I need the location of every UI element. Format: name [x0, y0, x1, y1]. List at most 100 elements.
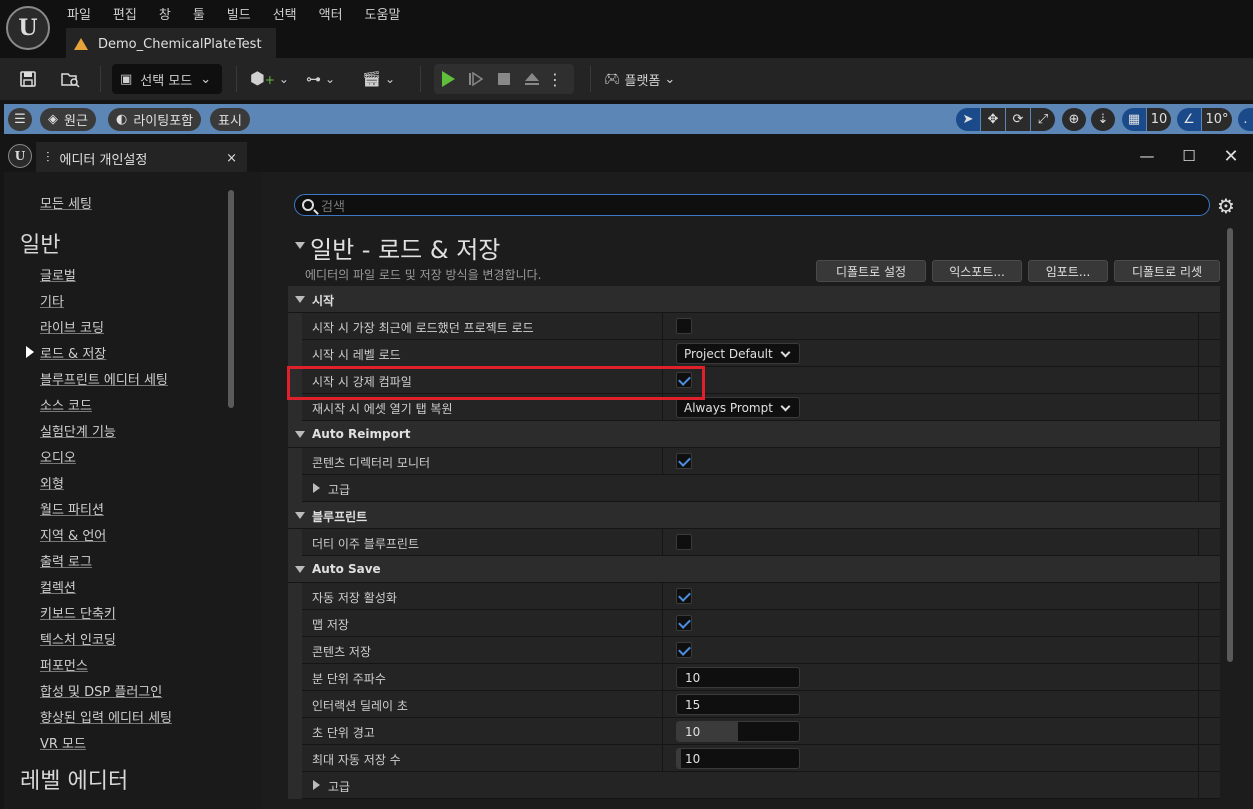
row-divider — [662, 664, 663, 691]
property-checkbox[interactable] — [676, 318, 692, 334]
property-number-field[interactable]: 10 — [676, 721, 800, 742]
property-checkbox[interactable] — [676, 588, 692, 604]
menu-item[interactable]: 액터 — [308, 2, 354, 25]
menu-item[interactable]: 편집 — [102, 2, 148, 25]
select-tool-icon[interactable]: ➤ — [956, 108, 980, 131]
menu-item[interactable]: 파일 — [56, 2, 102, 25]
nav-item[interactable]: 합성 및 DSP 플러그인 — [40, 681, 162, 700]
viewport-menu-button[interactable]: ☰ — [8, 108, 32, 131]
prefs-tab[interactable]: ⫶ 에디터 개인설정 × — [36, 142, 247, 174]
collapse-icon[interactable] — [295, 512, 305, 519]
scale-snap-icon[interactable]: . — [1238, 108, 1253, 131]
save-button[interactable] — [14, 64, 42, 94]
translate-tool-icon[interactable]: ✥ — [981, 108, 1005, 131]
menu-item[interactable]: 선택 — [262, 2, 308, 25]
property-dropdown[interactable]: Project Default — [676, 343, 800, 364]
add-actor-button[interactable]: ⬢+ ⌄ — [250, 64, 289, 94]
property-checkbox[interactable] — [676, 453, 692, 469]
reset-to-defaults-button[interactable]: 디폴트로 리셋 — [1114, 260, 1220, 282]
collapse-icon[interactable] — [295, 242, 305, 249]
nav-item[interactable]: 실험단계 기능 — [40, 421, 116, 440]
menu-item[interactable]: 도움말 — [354, 2, 412, 25]
rotate-tool-icon[interactable]: ⟳ — [1006, 108, 1030, 131]
nav-item[interactable]: 외형 — [40, 473, 64, 492]
set-as-default-button[interactable]: 디폴트로 설정 — [816, 260, 926, 282]
world-space-icon[interactable]: ⊕ — [1062, 108, 1086, 131]
minimize-icon[interactable]: — — [1134, 144, 1160, 168]
chevron-down-icon: ⌄ — [664, 71, 676, 87]
menu-item[interactable]: 빌드 — [216, 2, 262, 25]
property-checkbox[interactable] — [676, 615, 692, 631]
nav-item[interactable]: 오디오 — [40, 447, 76, 466]
property-number-field[interactable]: 10 — [676, 748, 800, 769]
maximize-icon[interactable]: ☐ — [1176, 144, 1202, 168]
rotate-snap-icon[interactable]: ∠ — [1177, 108, 1201, 131]
surface-snap-icon[interactable]: ⇣ — [1091, 108, 1115, 131]
content-scrollbar[interactable] — [1227, 228, 1233, 662]
row-divider — [1198, 340, 1199, 367]
stop-button[interactable] — [490, 65, 518, 93]
nav-item[interactable]: 출력 로그 — [40, 551, 92, 570]
menu-item[interactable]: 창 — [148, 2, 182, 25]
scale-tool-icon[interactable]: ⤢ — [1031, 108, 1055, 131]
nav-item[interactable]: VR 모드 — [40, 733, 86, 752]
row-divider — [1198, 691, 1199, 718]
nav-item[interactable]: 기타 — [40, 291, 64, 310]
more-options-icon[interactable]: ⋮ — [546, 65, 564, 93]
property-checkbox[interactable] — [676, 534, 692, 550]
cinematics-button[interactable]: 🎬︎ ⌄ — [362, 64, 395, 94]
property-dropdown[interactable]: Always Prompt — [676, 397, 800, 418]
menu-item[interactable]: 툴 — [182, 2, 216, 25]
row-divider — [1198, 718, 1199, 745]
nav-category-general: 일반 — [20, 233, 61, 258]
browse-button[interactable] — [56, 64, 84, 94]
title-bar: U 파일 편집 창 툴 빌드 선택 액터 도움말 Demo_ChemicalPlateTest — [0, 0, 1253, 58]
show-button[interactable]: 표시 — [210, 108, 250, 131]
property-number-field[interactable]: 10 — [676, 667, 800, 688]
view-mode-button[interactable]: ◐ 라이팅포함 — [108, 108, 202, 131]
property-number-field[interactable]: 15 — [676, 694, 800, 715]
nav-item[interactable]: 향상된 입력 에디터 세팅 — [40, 707, 172, 726]
dropdown-value: Always Prompt — [684, 400, 773, 415]
nav-all-settings[interactable]: 모든 세팅 — [40, 193, 92, 212]
collapse-icon[interactable] — [295, 566, 305, 573]
play-button[interactable] — [434, 65, 462, 93]
nav-item[interactable]: 소스 코드 — [40, 395, 92, 414]
level-tab[interactable]: Demo_ChemicalPlateTest — [66, 28, 276, 58]
expand-icon[interactable] — [313, 780, 320, 790]
gear-icon[interactable]: ⚙ — [1217, 194, 1235, 218]
mode-dropdown[interactable]: ▣ 선택 모드 ⌄ — [112, 64, 222, 94]
property-checkbox[interactable] — [676, 642, 692, 658]
export-button[interactable]: 익스포트... — [932, 260, 1022, 282]
import-button[interactable]: 임포트... — [1028, 260, 1108, 282]
nav-item[interactable]: 텍스처 인코딩 — [40, 629, 116, 648]
collapse-icon[interactable] — [295, 296, 305, 303]
nav-item[interactable]: 키보드 단축키 — [40, 603, 116, 622]
collapse-icon[interactable] — [295, 431, 305, 438]
nav-item[interactable]: 로드 & 저장 — [40, 343, 106, 362]
unreal-logo-icon[interactable]: U — [6, 6, 50, 50]
grid-snap-value[interactable]: 10 — [1147, 108, 1171, 131]
nav-item[interactable]: 월드 파티션 — [40, 499, 104, 518]
step-button[interactable] — [462, 65, 490, 93]
search-input[interactable]: 검색 — [294, 194, 1210, 216]
nav-item[interactable]: 블루프린트 에디터 세팅 — [40, 369, 168, 388]
close-tab-icon[interactable]: × — [226, 151, 237, 166]
close-window-icon[interactable]: ✕ — [1218, 144, 1244, 168]
blueprint-button[interactable]: ⊶ ⌄ — [306, 64, 335, 94]
perspective-button[interactable]: ◈ 원근 — [40, 108, 96, 131]
nav-item[interactable]: 컬렉션 — [40, 577, 76, 596]
eject-button[interactable] — [518, 65, 546, 93]
expand-icon[interactable] — [313, 483, 320, 493]
platform-dropdown[interactable]: 🎮︎ 플랫폼 ⌄ — [604, 64, 675, 94]
grid-snap-icon[interactable]: ▦ — [1122, 108, 1146, 131]
row-divider — [662, 583, 663, 610]
row-divider — [1198, 529, 1199, 556]
nav-item[interactable]: 글로벌 — [40, 265, 76, 284]
nav-item[interactable]: 지역 & 언어 — [40, 525, 106, 544]
nav-item[interactable]: 퍼포먼스 — [40, 655, 88, 674]
rotate-snap-value[interactable]: 10° — [1202, 108, 1232, 131]
property-label: 자동 저장 활성화 — [312, 591, 397, 605]
nav-item[interactable]: 라이브 코딩 — [40, 317, 104, 336]
nav-scrollbar[interactable] — [228, 190, 234, 408]
